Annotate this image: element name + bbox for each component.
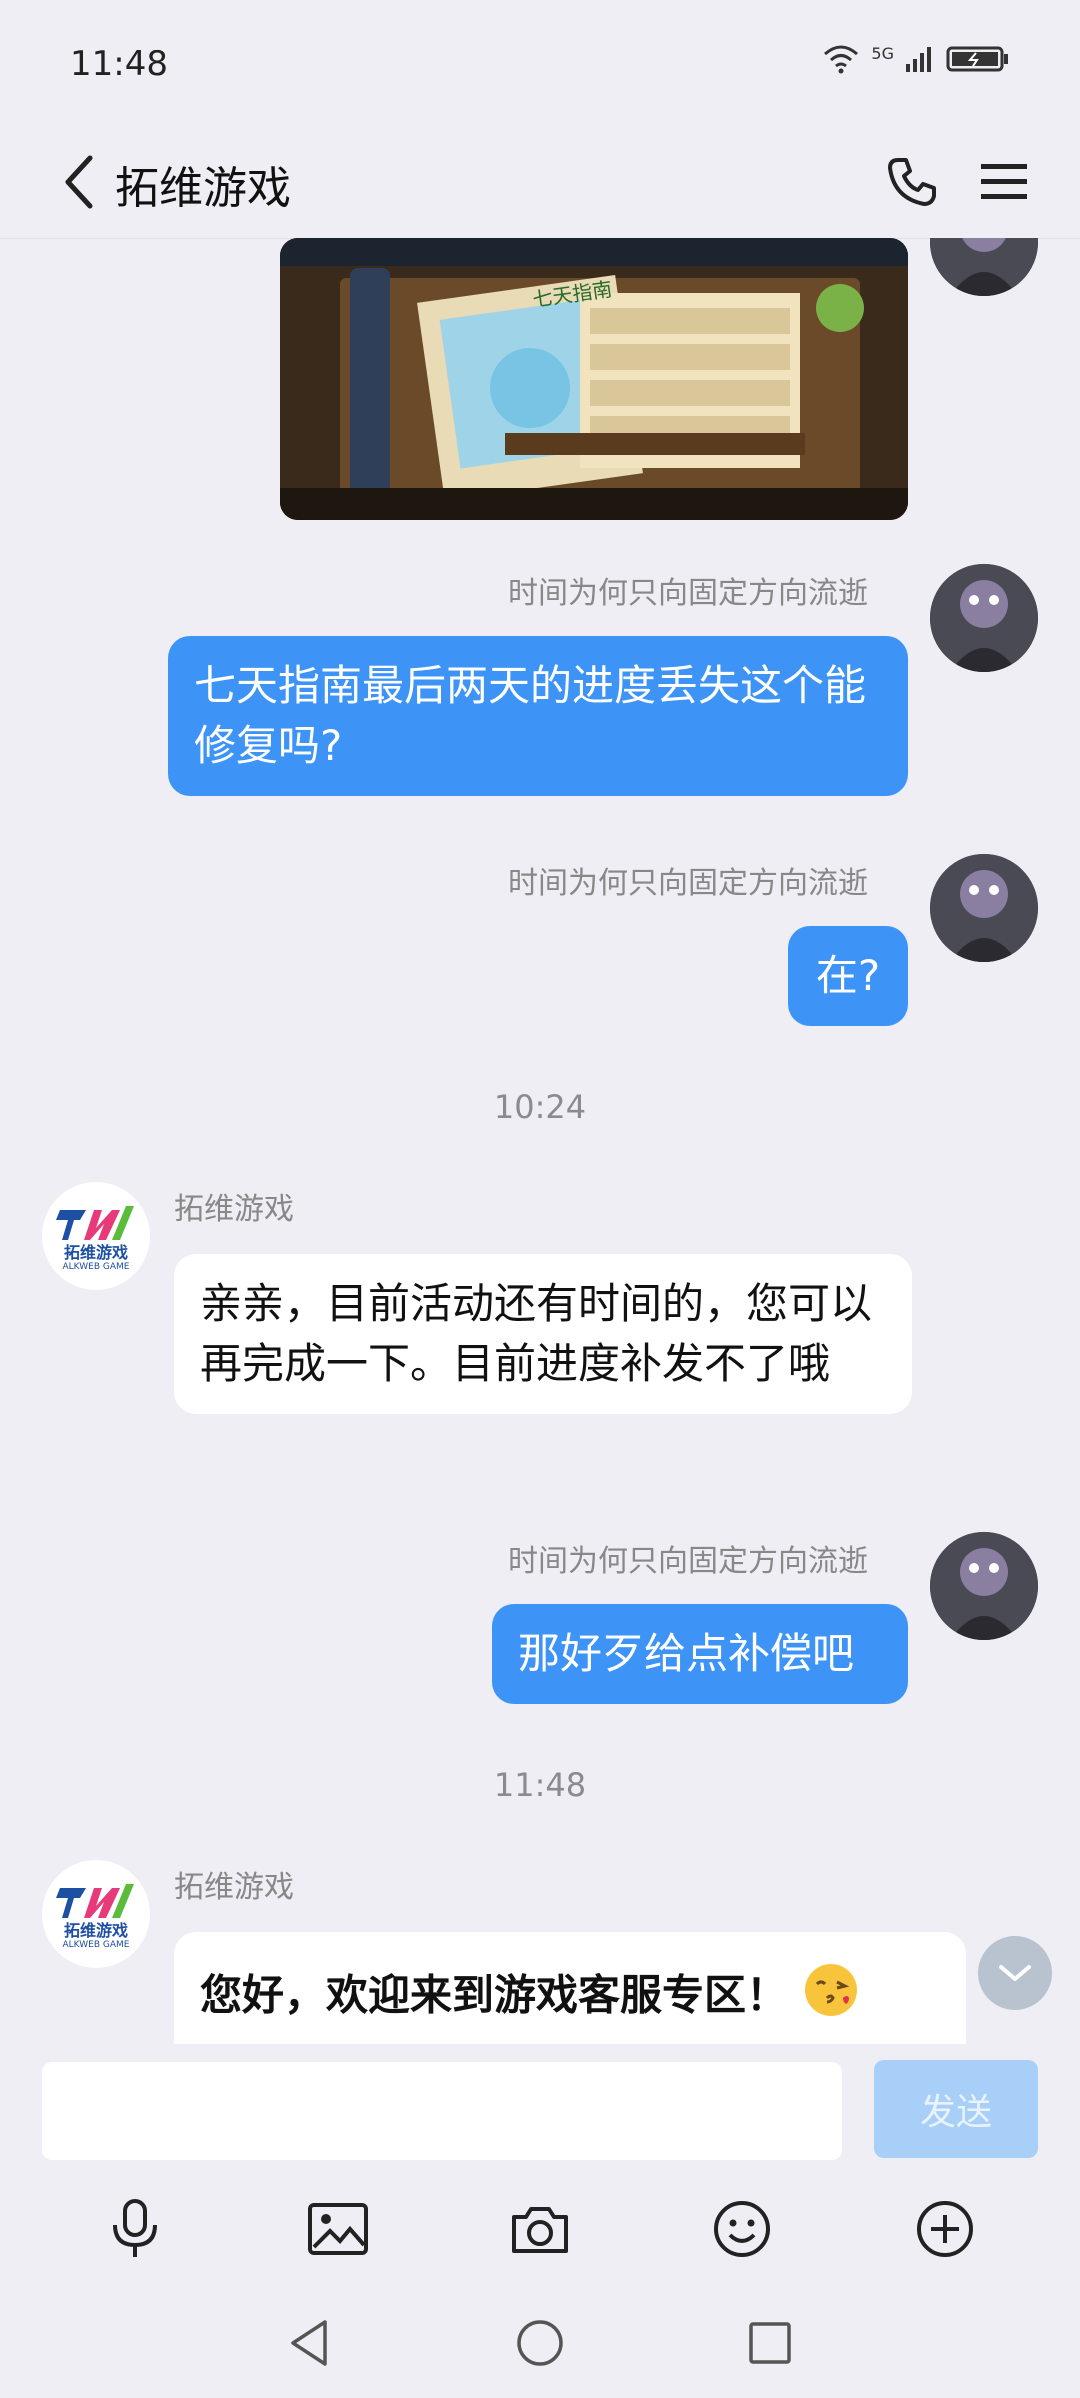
sender-name: 拓维游戏 xyxy=(174,1870,294,1905)
sender-name: 拓维游戏 xyxy=(174,1192,294,1227)
user-avatar[interactable] xyxy=(930,564,1038,672)
user-avatar[interactable] xyxy=(930,238,1038,296)
microphone-icon xyxy=(113,2199,158,2257)
square-recents-icon xyxy=(749,2322,791,2364)
more-button[interactable] xyxy=(900,2184,990,2274)
nav-back-button[interactable] xyxy=(270,2303,350,2383)
bot-avatar[interactable]: 拓维游戏 ALKWEB GAME xyxy=(42,1860,150,1968)
message-bubble-incoming[interactable]: 您好，欢迎来到游戏客服专区！ xyxy=(174,1932,966,2044)
chat-header: 拓维游戏 xyxy=(0,130,1080,239)
user-avatar[interactable] xyxy=(930,1532,1038,1640)
sender-name: 时间为何只向固定方向流逝 xyxy=(508,1544,868,1579)
chat-title: 拓维游戏 xyxy=(115,163,291,214)
emoji-button[interactable] xyxy=(697,2184,787,2274)
back-arrow-icon xyxy=(65,155,93,209)
chat-messages[interactable]: 七天指南 时间为何只向固定方向流逝 七天指南最后两天的进度丢失这个能修复吗? 时… xyxy=(0,238,1080,2044)
system-navigation-bar xyxy=(0,2288,1080,2398)
welcome-message-text: 您好，欢迎来到游戏客服专区！ xyxy=(200,1970,789,2020)
sender-name: 时间为何只向固定方向流逝 xyxy=(508,866,868,901)
image-icon xyxy=(307,2203,368,2255)
message-bubble-outgoing[interactable]: 七天指南最后两天的进度丢失这个能修复吗? xyxy=(168,636,908,796)
voice-button[interactable] xyxy=(90,2184,180,2274)
message-input[interactable] xyxy=(42,2062,842,2160)
tuowei-logo-icon xyxy=(56,1206,134,1240)
image-button[interactable] xyxy=(293,2184,383,2274)
message-input-bar: 发送 xyxy=(0,2044,1080,2174)
status-time: 11:48 xyxy=(70,44,168,84)
menu-button[interactable] xyxy=(964,142,1044,222)
game-screenshot-image[interactable]: 七天指南 xyxy=(280,238,908,520)
bot-avatar[interactable]: 拓维游戏 ALKWEB GAME xyxy=(42,1182,150,1290)
kiss-emoji-icon xyxy=(803,1962,859,2034)
status-bar: 11:48 5G xyxy=(0,0,1080,130)
hamburger-menu-icon xyxy=(981,164,1027,199)
circle-home-icon xyxy=(517,2320,563,2366)
network-label: 5G xyxy=(871,44,894,63)
camera-button[interactable] xyxy=(495,2184,585,2274)
nav-recents-button[interactable] xyxy=(730,2303,810,2383)
bot-logo-subtext: ALKWEB GAME xyxy=(62,1262,130,1272)
timestamp: 11:48 xyxy=(493,1766,587,1804)
timestamp: 10:24 xyxy=(493,1088,587,1126)
signal-icon xyxy=(904,44,936,78)
sender-name: 时间为何只向固定方向流逝 xyxy=(508,576,868,611)
nav-home-button[interactable] xyxy=(500,2303,580,2383)
send-button[interactable]: 发送 xyxy=(874,2060,1038,2158)
message-bubble-outgoing[interactable]: 那好歹给点补偿吧 xyxy=(492,1604,908,1704)
bot-logo-text: 拓维游戏 xyxy=(63,1921,128,1940)
smiley-icon xyxy=(714,2201,771,2257)
message-bubble-outgoing[interactable]: 在? xyxy=(788,926,908,1026)
back-button[interactable] xyxy=(40,142,120,222)
scroll-to-bottom-button[interactable] xyxy=(978,1936,1052,2010)
triangle-back-icon xyxy=(291,2320,327,2366)
wifi-icon xyxy=(821,44,861,78)
message-bubble-incoming[interactable]: 亲亲，目前活动还有时间的，您可以再完成一下。目前进度补发不了哦 xyxy=(174,1254,912,1414)
bot-logo-subtext: ALKWEB GAME xyxy=(62,1940,130,1950)
call-button[interactable] xyxy=(872,142,952,222)
chevron-down-icon xyxy=(999,1965,1031,1981)
plus-circle-icon xyxy=(916,2201,973,2257)
battery-icon xyxy=(946,44,1010,78)
phone-icon xyxy=(888,158,936,206)
status-icons: 5G xyxy=(821,44,1010,78)
bot-logo-text: 拓维游戏 xyxy=(63,1243,128,1262)
tuowei-logo-icon xyxy=(56,1884,134,1918)
camera-icon xyxy=(511,2207,568,2253)
user-avatar[interactable] xyxy=(930,854,1038,962)
input-toolbar xyxy=(0,2174,1080,2284)
